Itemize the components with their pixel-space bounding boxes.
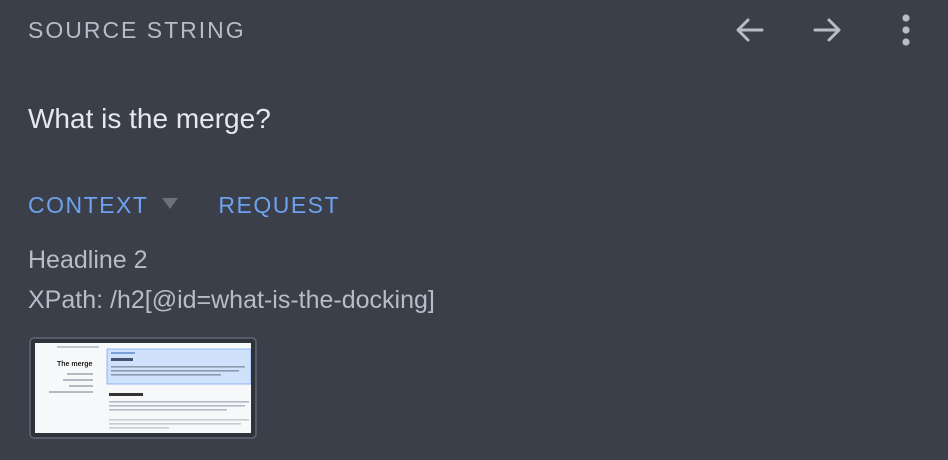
more-vertical-icon	[902, 14, 910, 46]
context-tabs: CONTEXT REQUEST	[28, 190, 340, 220]
thumbnail-page-preview: The merge	[35, 343, 251, 433]
previous-string-button[interactable]	[728, 10, 772, 50]
context-xpath: XPath: /h2[@id=what-is-the-docking]	[28, 286, 435, 314]
tab-request[interactable]: REQUEST	[218, 190, 340, 220]
caret-down-icon	[162, 197, 179, 209]
context-element-type: Headline 2	[28, 246, 148, 274]
source-string-text: What is the merge?	[28, 103, 271, 134]
more-options-button[interactable]	[884, 10, 928, 50]
page-preview-graphic: The merge	[49, 346, 251, 429]
panel-title: SOURCE STRING	[28, 17, 246, 43]
arrow-right-icon	[813, 18, 841, 42]
context-dropdown-toggle[interactable]	[160, 196, 180, 215]
context-screenshot-thumbnail[interactable]: The merge	[29, 337, 257, 439]
next-string-button[interactable]	[805, 10, 849, 50]
thumb-heading: The merge	[57, 361, 93, 368]
source-string-panel: SOURCE STRING What is the merge? CONTEXT…	[0, 0, 948, 460]
arrow-left-icon	[736, 18, 764, 42]
tab-context[interactable]: CONTEXT	[28, 190, 148, 220]
